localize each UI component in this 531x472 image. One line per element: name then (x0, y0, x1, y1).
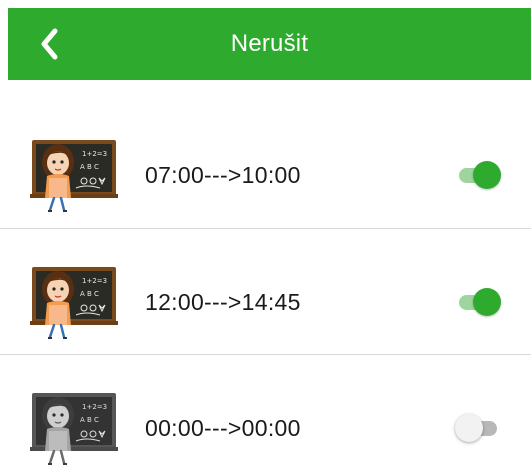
enable-toggle[interactable] (455, 413, 501, 443)
chevron-left-icon (41, 28, 58, 60)
toggle-thumb (473, 288, 501, 316)
teacher-avatar (30, 265, 120, 340)
schedule-list: 07:00--->10:00 12:00--->14:45 00:00--->0… (0, 102, 531, 472)
back-button[interactable] (26, 20, 74, 68)
enable-toggle[interactable] (455, 160, 501, 190)
app-bar: Nerušit (8, 8, 531, 80)
teacher-avatar (30, 138, 120, 213)
time-range-label: 07:00--->10:00 (145, 162, 301, 188)
enable-toggle[interactable] (455, 287, 501, 317)
list-item[interactable]: 12:00--->14:45 (0, 229, 531, 355)
time-range-label: 00:00--->00:00 (145, 415, 301, 441)
list-item[interactable]: 00:00--->00:00 (0, 355, 531, 472)
time-range-label: 12:00--->14:45 (145, 289, 301, 315)
list-item[interactable]: 07:00--->10:00 (0, 102, 531, 229)
toggle-thumb (455, 414, 483, 442)
page-title: Nerušit (230, 30, 309, 57)
toggle-thumb (473, 161, 501, 189)
teacher-avatar-disabled (30, 391, 120, 466)
